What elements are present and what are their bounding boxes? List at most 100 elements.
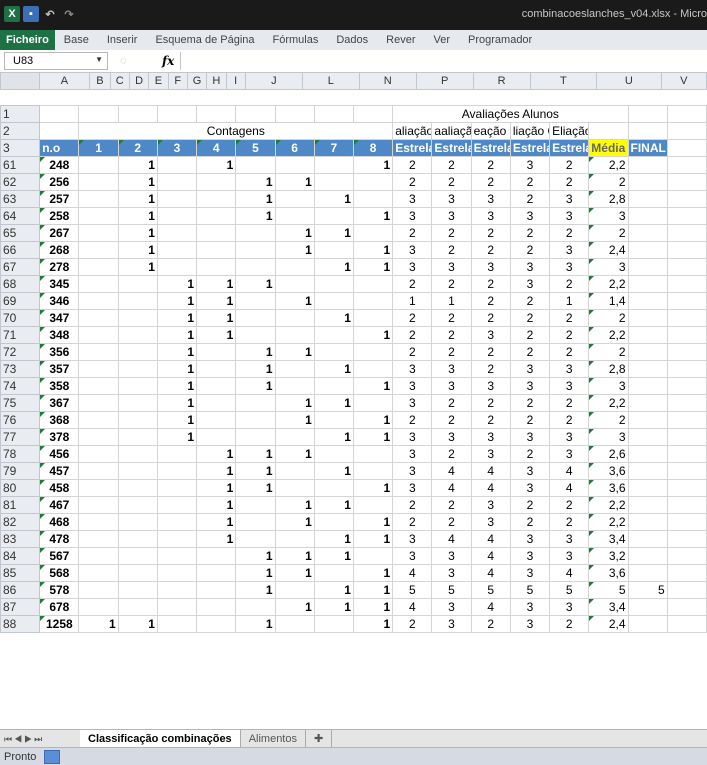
count-cell[interactable]: [156, 547, 198, 565]
final-cell[interactable]: [627, 190, 668, 208]
count-cell[interactable]: 1: [196, 275, 237, 293]
combination-cell[interactable]: 357: [39, 360, 80, 378]
cell[interactable]: [666, 292, 707, 310]
row-header[interactable]: 77: [0, 428, 41, 446]
count-cell[interactable]: [156, 207, 198, 225]
count-cell[interactable]: [117, 326, 158, 344]
row-header[interactable]: 73: [0, 360, 41, 378]
stars-cell[interactable]: 2: [549, 156, 590, 174]
stars-cell[interactable]: 5: [509, 581, 551, 599]
stars-cell[interactable]: 4: [470, 462, 511, 480]
count-header-cell[interactable]: 4: [196, 139, 237, 157]
cell[interactable]: [666, 275, 707, 293]
count-cell[interactable]: [313, 207, 354, 225]
media-cell[interactable]: 2,8: [588, 190, 629, 208]
stars-cell[interactable]: 3: [470, 207, 511, 225]
count-cell[interactable]: [156, 462, 198, 480]
cell[interactable]: [666, 190, 707, 208]
count-cell[interactable]: [235, 496, 276, 514]
count-cell[interactable]: [196, 258, 237, 276]
stars-cell[interactable]: 3: [509, 598, 551, 616]
final-cell[interactable]: [627, 445, 668, 463]
count-cell[interactable]: 1: [313, 462, 354, 480]
count-cell[interactable]: [117, 360, 158, 378]
row-header[interactable]: 87: [0, 598, 41, 616]
count-cell[interactable]: 1: [235, 190, 276, 208]
count-cell[interactable]: [156, 445, 198, 463]
stars-cell[interactable]: 3: [392, 190, 433, 208]
count-cell[interactable]: 1: [313, 496, 354, 514]
combination-cell[interactable]: 278: [39, 258, 80, 276]
final-cell[interactable]: [627, 156, 668, 174]
count-cell[interactable]: [78, 462, 119, 480]
stars-cell[interactable]: 2: [509, 411, 551, 429]
count-cell[interactable]: 1: [235, 581, 276, 599]
count-cell[interactable]: 1: [352, 564, 394, 582]
count-header-cell[interactable]: 2: [117, 139, 158, 157]
count-cell[interactable]: [78, 513, 119, 531]
count-cell[interactable]: 1: [313, 360, 354, 378]
media-header-cell[interactable]: Média: [588, 139, 629, 157]
stars-cell[interactable]: 2: [470, 615, 511, 633]
count-cell[interactable]: 1: [235, 615, 276, 633]
stars-cell[interactable]: 2: [509, 445, 551, 463]
count-cell[interactable]: [78, 564, 119, 582]
final-cell[interactable]: [627, 513, 668, 531]
media-cell[interactable]: 3: [588, 258, 629, 276]
cell[interactable]: [666, 343, 707, 361]
combination-cell[interactable]: 267: [39, 224, 80, 242]
count-cell[interactable]: 1: [313, 190, 354, 208]
column-header[interactable]: P: [415, 72, 474, 90]
stars-cell[interactable]: 3: [431, 360, 472, 378]
stars-cell[interactable]: 3: [470, 377, 511, 395]
count-header-cell[interactable]: 7: [313, 139, 354, 157]
count-cell[interactable]: [352, 360, 394, 378]
column-header[interactable]: G: [186, 72, 208, 90]
stars-cell[interactable]: 2: [549, 513, 590, 531]
count-cell[interactable]: [78, 581, 119, 599]
chevron-down-icon[interactable]: ▼: [95, 55, 103, 64]
stars-cell[interactable]: 4: [549, 564, 590, 582]
count-cell[interactable]: [78, 479, 119, 497]
stars-cell[interactable]: 4: [549, 462, 590, 480]
count-cell[interactable]: [156, 258, 198, 276]
stars-cell[interactable]: 4: [431, 462, 472, 480]
cell[interactable]: [666, 564, 707, 582]
count-cell[interactable]: [235, 156, 276, 174]
ribbon-tab[interactable]: Base: [55, 30, 98, 50]
count-cell[interactable]: 1: [156, 377, 198, 395]
stars-header-cell[interactable]: Estrelas: [392, 139, 433, 157]
stars-cell[interactable]: 2: [470, 343, 511, 361]
stars-cell[interactable]: 2: [392, 224, 433, 242]
count-cell[interactable]: [313, 156, 354, 174]
stars-cell[interactable]: 2: [431, 496, 472, 514]
count-cell[interactable]: [117, 343, 158, 361]
count-cell[interactable]: [313, 343, 354, 361]
count-cell[interactable]: [235, 428, 276, 446]
count-cell[interactable]: [274, 360, 315, 378]
count-cell[interactable]: [352, 224, 394, 242]
count-cell[interactable]: [235, 292, 276, 310]
stars-cell[interactable]: 3: [509, 360, 551, 378]
row-header[interactable]: 69: [0, 292, 41, 310]
count-cell[interactable]: 1: [352, 377, 394, 395]
count-cell[interactable]: [117, 598, 158, 616]
count-cell[interactable]: [274, 530, 315, 548]
count-cell[interactable]: [78, 343, 119, 361]
count-cell[interactable]: [235, 224, 276, 242]
count-cell[interactable]: [196, 615, 237, 633]
stars-cell[interactable]: 2: [392, 513, 433, 531]
stars-cell[interactable]: 3: [392, 462, 433, 480]
ribbon-tab[interactable]: Programador: [459, 30, 541, 50]
row-header[interactable]: 62: [0, 173, 41, 191]
stars-cell[interactable]: 3: [549, 428, 590, 446]
stars-cell[interactable]: 2: [509, 224, 551, 242]
count-cell[interactable]: [352, 275, 394, 293]
count-cell[interactable]: [78, 156, 119, 174]
stars-cell[interactable]: 2: [549, 275, 590, 293]
count-cell[interactable]: [352, 190, 394, 208]
combination-cell[interactable]: 467: [39, 496, 80, 514]
stars-cell[interactable]: 2: [470, 292, 511, 310]
count-cell[interactable]: [117, 479, 158, 497]
count-cell[interactable]: 1: [156, 326, 198, 344]
